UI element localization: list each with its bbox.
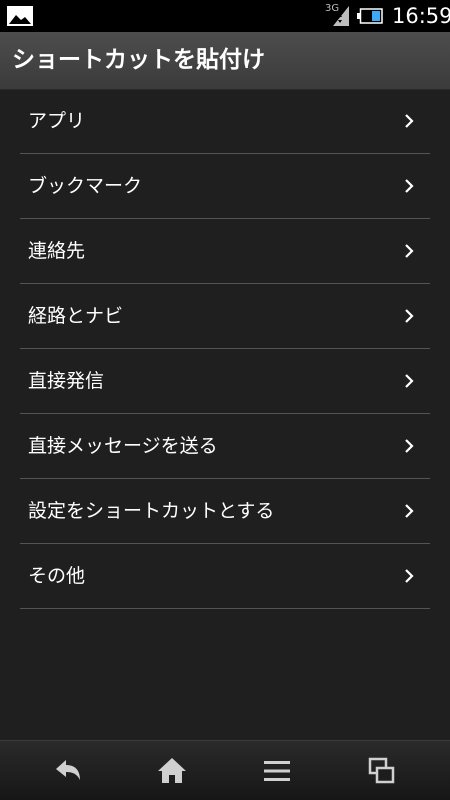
back-icon[interactable] [48, 751, 88, 791]
list-item-contacts[interactable]: 連絡先 [20, 219, 430, 284]
picture-icon [7, 6, 33, 26]
shortcut-list: アプリ ブックマーク 連絡先 経路とナビ 直接発信 直接メッセージを送る 設定を… [20, 89, 430, 609]
chevron-right-icon [405, 569, 414, 583]
chevron-right-icon [405, 244, 414, 258]
chevron-right-icon [405, 114, 414, 128]
list-item-label: 経路とナビ [28, 305, 124, 327]
status-bar: 3G 16:59 [0, 0, 450, 32]
battery-icon [357, 8, 383, 24]
home-icon[interactable] [152, 751, 192, 791]
list-item-label: ブックマーク [28, 175, 143, 197]
chevron-right-icon [405, 439, 414, 453]
title-bar: ショートカットを貼付け [0, 32, 450, 90]
chevron-right-icon [405, 504, 414, 518]
list-item-label: 直接発信 [28, 370, 105, 392]
list-item-settings-shortcut[interactable]: 設定をショートカットとする [20, 479, 430, 544]
network-signal-icon: 3G [325, 4, 351, 28]
list-item-direct-dial[interactable]: 直接発信 [20, 349, 430, 414]
list-item-other[interactable]: その他 [20, 544, 430, 609]
list-item-label: アプリ [28, 110, 86, 132]
chevron-right-icon [405, 309, 414, 323]
screen: 3G 16:59 ショートカットを貼付け アプリ ブックマーク 連絡先 経路とナ… [0, 0, 450, 800]
list-item-label: 連絡先 [28, 240, 86, 262]
list-item-label: その他 [28, 565, 86, 587]
list-item-label: 直接メッセージを送る [28, 435, 218, 457]
list-item-bookmarks[interactable]: ブックマーク [20, 154, 430, 219]
status-time: 16:59 [392, 4, 450, 28]
list-item-apps[interactable]: アプリ [20, 89, 430, 154]
chevron-right-icon [405, 374, 414, 388]
list-item-route-navigation[interactable]: 経路とナビ [20, 284, 430, 349]
page-title: ショートカットを貼付け [12, 47, 265, 73]
chevron-right-icon [405, 179, 414, 193]
list-item-direct-message[interactable]: 直接メッセージを送る [20, 414, 430, 479]
recent-apps-icon[interactable] [362, 751, 402, 791]
menu-icon[interactable] [257, 751, 297, 791]
navigation-bar [0, 740, 450, 800]
list-item-label: 設定をショートカットとする [28, 500, 275, 522]
